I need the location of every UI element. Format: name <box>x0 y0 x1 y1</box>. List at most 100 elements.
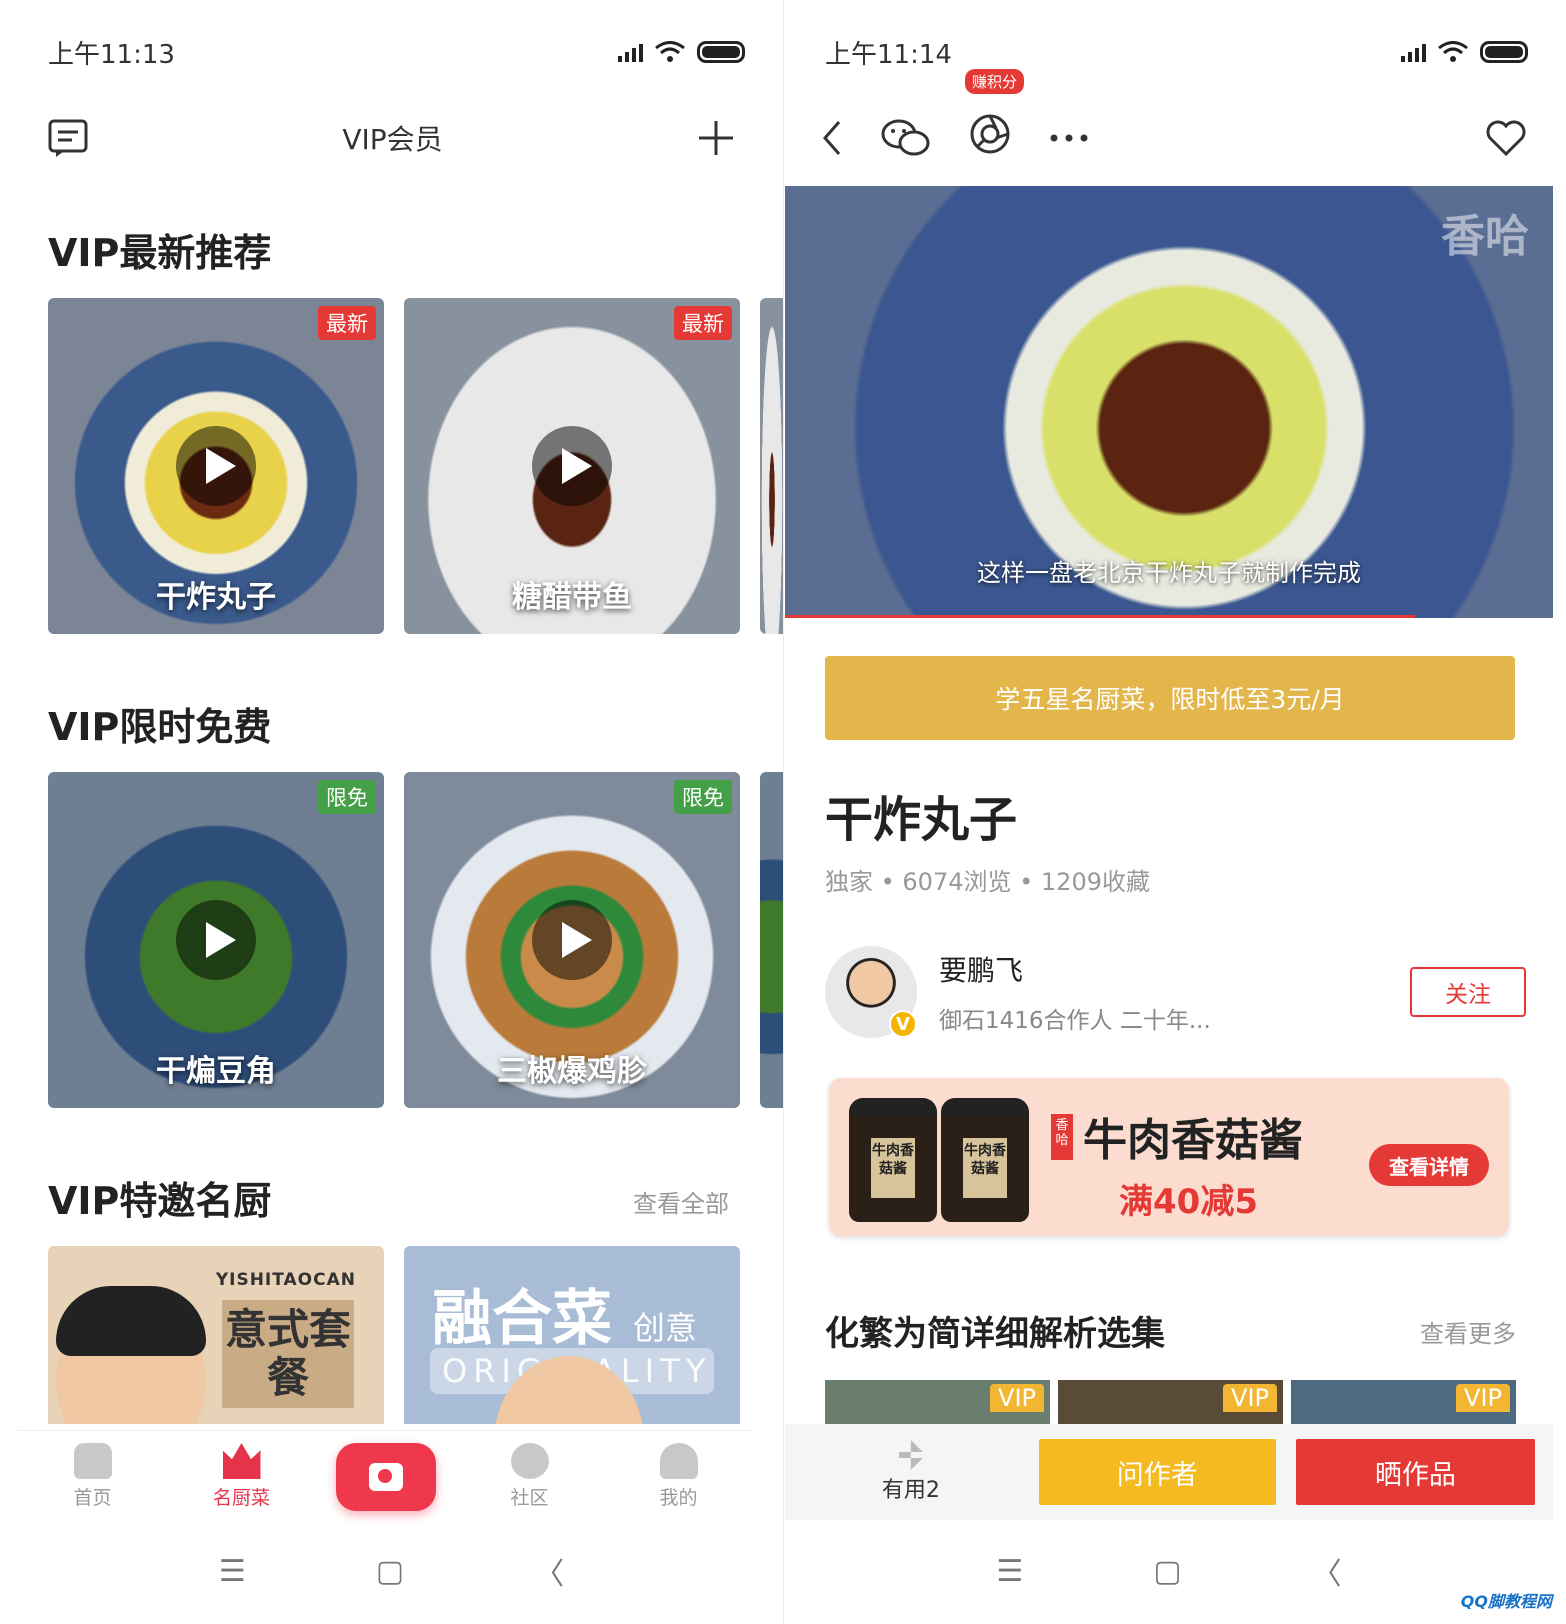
vip-member-screen: 上午11:13 VIP会员 VIP最新推荐 最新 干炸丸子 最新 糖醋带鱼 VI… <box>0 0 784 1624</box>
system-nav-bar: ☰ ▢ 〈 <box>0 1526 783 1616</box>
menu-icon[interactable]: ☰ <box>219 1554 246 1589</box>
ad-brand-tag: 香哈 <box>1051 1114 1073 1160</box>
tab-bar: 首页 名厨菜 社区 我的 <box>18 1430 753 1522</box>
message-list-icon[interactable] <box>48 118 88 158</box>
dish-title: 干炸丸子 <box>825 792 1018 848</box>
tab-community[interactable]: 社区 <box>475 1443 585 1510</box>
selection-thumb[interactable]: VIP <box>825 1380 1050 1424</box>
status-time: 上午11:14 <box>825 39 952 70</box>
next-card-peek[interactable] <box>760 298 783 634</box>
recipe-name: 三椒爆鸡胗 <box>497 1054 647 1089</box>
next-card-peek[interactable] <box>760 772 783 1108</box>
video-caption: 这样一盘老北京干炸丸子就制作完成 <box>977 559 1361 587</box>
ask-author-button[interactable]: 问作者 <box>1038 1439 1276 1505</box>
play-icon[interactable] <box>176 426 256 506</box>
back-icon[interactable]: 〈 <box>534 1549 564 1593</box>
see-all-link[interactable]: 查看全部 <box>633 1184 729 1219</box>
tab-chef-dishes[interactable]: 名厨菜 <box>187 1443 297 1510</box>
selection-thumb[interactable]: VIP <box>1291 1380 1516 1424</box>
selection-title: 化繁为简详细解析选集 <box>825 1314 1165 1354</box>
share-work-button[interactable]: 晒作品 <box>1295 1439 1535 1505</box>
chef-course: 意式套餐 <box>222 1300 354 1408</box>
detail-toolbar: 赚积分 <box>821 68 1526 168</box>
author-name[interactable]: 要鹏飞 <box>939 949 1410 989</box>
chef-card[interactable]: 融合菜 创意 ORIGINALITY <box>404 1246 740 1424</box>
free-badge: 限免 <box>318 780 376 814</box>
home-square-icon[interactable]: ▢ <box>376 1554 404 1589</box>
community-icon <box>510 1443 549 1479</box>
recipe-card[interactable]: 最新 干炸丸子 <box>48 298 384 634</box>
battery-icon <box>697 41 745 63</box>
page-title: VIP会员 <box>342 123 443 156</box>
recipe-name: 干炸丸子 <box>156 580 276 615</box>
view-details-button[interactable]: 查看详情 <box>1369 1144 1489 1186</box>
vip-badge: VIP <box>1456 1384 1510 1412</box>
plus-icon[interactable] <box>697 119 735 157</box>
vip-promo-banner[interactable]: 学五星名厨菜，限时低至3元/月 <box>825 656 1515 740</box>
play-icon[interactable] <box>532 426 612 506</box>
selection-thumb[interactable]: VIP <box>1058 1380 1283 1424</box>
latest-cards: 最新 干炸丸子 最新 糖醋带鱼 <box>48 298 740 634</box>
author-description: 御石1416合作人 二十年... <box>939 1008 1211 1034</box>
see-more-link[interactable]: 查看更多 <box>1420 1314 1516 1349</box>
recipe-detail-screen: 上午11:14 赚积分 香哈 这样一盘老北京干炸丸子就制作完成 学五星名厨菜，限… <box>785 0 1566 1624</box>
sauce-jar-image: 牛肉香菇酱 <box>849 1098 937 1222</box>
system-nav-bar: ☰ ▢ 〈 <box>785 1526 1553 1616</box>
recipe-card[interactable]: 最新 糖醋带鱼 <box>404 298 740 634</box>
video-progress-bar[interactable] <box>785 615 1415 618</box>
menu-icon[interactable]: ☰ <box>996 1554 1023 1589</box>
chef-brand: YISHITAOCAN <box>215 1270 356 1290</box>
dish-meta: 独家 • 6074浏览 • 1209收藏 <box>825 868 1150 896</box>
chef-card[interactable]: YISHITAOCAN 意式套餐 <box>48 1246 384 1424</box>
vip-badge: VIP <box>990 1384 1044 1412</box>
ad-discount: 满40减5 <box>1119 1182 1258 1222</box>
chef-course: 融合菜 创意 <box>432 1284 697 1354</box>
signal-icon <box>1401 42 1426 62</box>
status-bar: 上午11:13 <box>48 30 745 74</box>
section-title-chefs: VIP特邀名厨 <box>48 1179 272 1223</box>
vip-badge: VIP <box>1223 1384 1277 1412</box>
ad-title: 牛肉香菇酱 <box>1083 1115 1303 1166</box>
action-bar: 有用2 问作者 晒作品 <box>785 1424 1553 1520</box>
battery-icon <box>1480 41 1528 63</box>
favorite-heart-icon[interactable] <box>1486 120 1526 156</box>
tab-home[interactable]: 首页 <box>38 1443 148 1510</box>
aperture-icon <box>970 114 1010 153</box>
follow-button[interactable]: 关注 <box>1410 967 1526 1017</box>
back-arrow-icon[interactable] <box>821 120 843 156</box>
play-icon[interactable] <box>532 900 612 980</box>
status-time: 上午11:13 <box>48 39 175 70</box>
wifi-icon <box>1438 41 1468 62</box>
recipe-card[interactable]: 限免 干煸豆角 <box>48 772 384 1108</box>
selection-thumbnails: VIP VIP VIP <box>825 1380 1516 1424</box>
wifi-icon <box>655 41 685 62</box>
recipe-name: 干煸豆角 <box>156 1054 276 1089</box>
useful-button[interactable]: 有用2 <box>803 1440 1019 1504</box>
avatar[interactable]: V <box>825 946 917 1038</box>
points-button[interactable]: 赚积分 <box>965 68 1025 164</box>
vote-arrows-icon <box>898 1440 923 1470</box>
signal-icon <box>618 42 643 62</box>
video-player[interactable]: 香哈 这样一盘老北京干炸丸子就制作完成 <box>785 186 1553 618</box>
recipe-card[interactable]: 限免 三椒爆鸡胗 <box>404 772 740 1108</box>
section-title-latest: VIP最新推荐 <box>48 231 272 275</box>
tab-profile[interactable]: 我的 <box>624 1443 734 1510</box>
camera-button[interactable] <box>335 1442 436 1511</box>
new-badge: 最新 <box>318 306 376 340</box>
play-icon[interactable] <box>176 900 256 980</box>
product-ad[interactable]: 牛肉香菇酱 牛肉香菇酱 香哈 牛肉香菇酱 满40减5 查看详情 <box>829 1078 1509 1236</box>
wechat-icon[interactable] <box>881 118 931 158</box>
new-badge: 最新 <box>674 306 732 340</box>
camera-icon <box>368 1462 403 1491</box>
free-cards: 限免 干煸豆角 限免 三椒爆鸡胗 <box>48 772 740 1108</box>
crown-icon <box>222 1443 261 1479</box>
chef-cards: YISHITAOCAN 意式套餐 融合菜 创意 ORIGINALITY <box>48 1246 740 1424</box>
more-icon[interactable] <box>1049 133 1089 143</box>
back-icon[interactable]: 〈 <box>1312 1549 1342 1593</box>
status-bar: 上午11:14 <box>825 30 1528 74</box>
header: VIP会员 <box>48 108 735 168</box>
home-icon <box>73 1443 112 1479</box>
free-badge: 限免 <box>674 780 732 814</box>
home-square-icon[interactable]: ▢ <box>1153 1554 1181 1589</box>
earn-points-badge: 赚积分 <box>965 68 1025 94</box>
